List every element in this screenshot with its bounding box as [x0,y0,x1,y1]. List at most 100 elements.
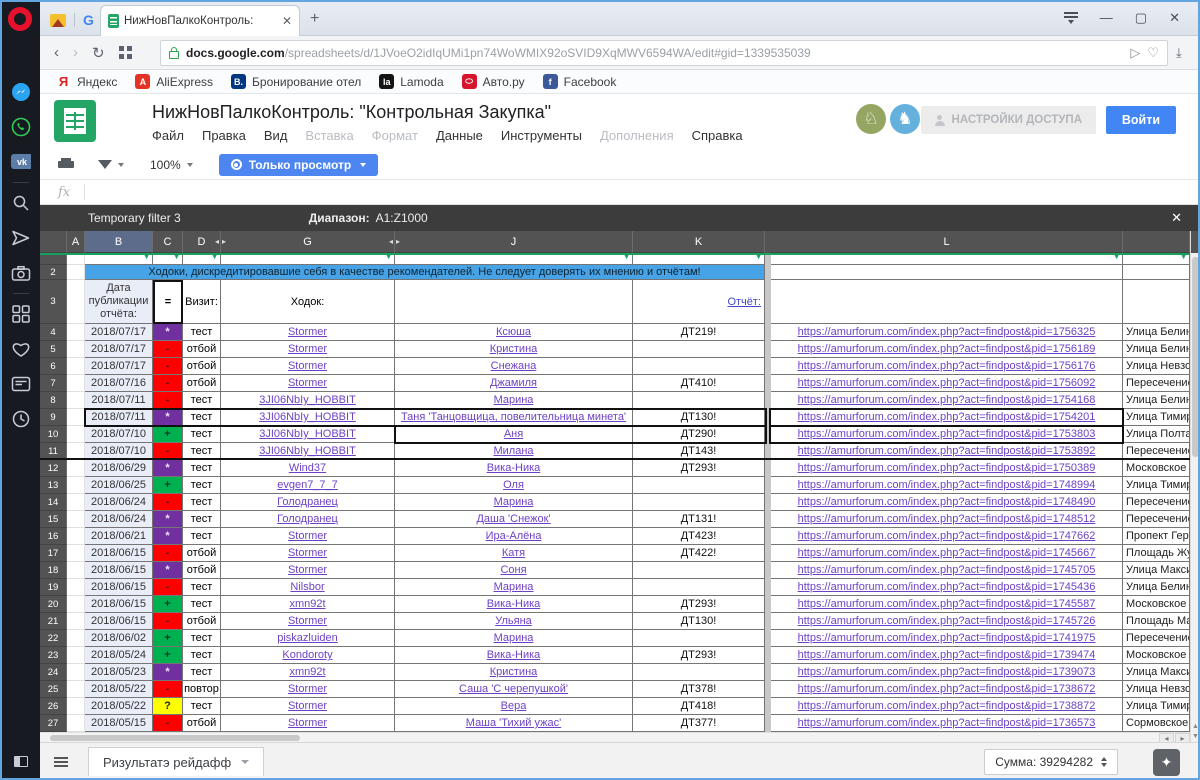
walker-link[interactable]: Nilsbor [290,581,324,593]
walker-cell[interactable]: xmn92t [221,664,395,681]
person-link[interactable]: Маша 'Тихий ужас' [466,717,561,729]
report-url-cell[interactable]: https://amurforum.com/index.php?act=find… [771,324,1123,341]
report-url-cell[interactable]: https://amurforum.com/index.php?act=find… [771,545,1123,562]
mark-cell[interactable]: * [153,460,183,477]
row-number[interactable]: 19 [40,579,67,596]
report-url-link[interactable]: https://amurforum.com/index.php?act=find… [798,445,1096,457]
report-header-link[interactable]: Отчёт: [727,296,761,308]
speed-dial-icon[interactable] [11,304,31,324]
horizontal-scrollbar-thumb[interactable] [50,735,300,741]
report-url-link[interactable]: https://amurforum.com/index.php?act=find… [798,343,1096,355]
visit-header-cell[interactable]: Визит: [183,280,221,324]
walker-cell[interactable]: 3JI06NbIy_HOBBIT [221,426,395,443]
walker-cell[interactable]: 3JI06NbIy_HOBBIT [221,409,395,426]
person-cell[interactable]: Снежана [395,358,633,375]
history-icon[interactable] [11,409,31,429]
forward-icon[interactable]: › [73,44,78,61]
report-url-link[interactable]: https://amurforum.com/index.php?act=find… [798,428,1096,440]
bookmark-item[interactable]: ЯЯндекс [56,74,117,89]
mark-cell[interactable]: * [153,664,183,681]
visit-cell[interactable]: тест [183,409,221,426]
news-icon[interactable] [11,374,31,394]
person-cell[interactable]: Вика-Ника [395,460,633,477]
walker-link[interactable]: 3JI06NbIy_HOBBIT [259,445,356,457]
cell[interactable] [67,596,85,613]
address-cell[interactable]: Улица Тимир [1123,477,1190,494]
walker-cell[interactable]: Stormer [221,562,395,579]
mark-cell[interactable]: * [153,511,183,528]
address-cell[interactable]: Улица Тимир [1123,698,1190,715]
row-number[interactable]: 13 [40,477,67,494]
sheets-logo-icon[interactable] [54,100,96,142]
date-cell[interactable]: 2018/06/21 [85,528,153,545]
person-link[interactable]: Таня 'Танцовщица, повелительница минета' [401,411,626,423]
report-url-link[interactable]: https://amurforum.com/index.php?act=find… [798,479,1096,491]
mark-cell[interactable]: - [153,358,183,375]
mark-cell[interactable]: - [153,341,183,358]
walker-link[interactable]: Wind37 [289,462,326,474]
column-header-K[interactable]: K [633,231,765,253]
walker-cell[interactable]: Stormer [221,341,395,358]
person-link[interactable]: Саша 'С черепушкой' [459,683,568,695]
row-number[interactable]: 14 [40,494,67,511]
pinned-picture-tab-icon[interactable] [50,14,66,27]
report-url-cell[interactable]: https://amurforum.com/index.php?act=find… [771,715,1123,732]
column-header-hidden[interactable] [1123,231,1190,253]
row-number[interactable]: 21 [40,613,67,630]
report-url-cell[interactable]: https://amurforum.com/index.php?act=find… [771,375,1123,392]
person-link[interactable]: Соня [500,564,526,576]
cell[interactable] [67,341,85,358]
cell[interactable] [771,280,1123,324]
address-cell[interactable]: Площадь Жу [1123,545,1190,562]
visit-cell[interactable]: тест [183,647,221,664]
cell[interactable] [67,630,85,647]
walker-link[interactable]: Stormer [288,547,327,559]
address-cell[interactable]: Улица Тимир [1123,409,1190,426]
report-url-link[interactable]: https://amurforum.com/index.php?act=find… [798,513,1096,525]
report-url-link[interactable]: https://amurforum.com/index.php?act=find… [798,564,1096,576]
walker-cell[interactable]: Голодранец [221,511,395,528]
person-link[interactable]: Ира-Алёна [486,530,542,542]
report-url-cell[interactable]: https://amurforum.com/index.php?act=find… [771,613,1123,630]
cell[interactable] [1123,280,1190,324]
menu-Файл[interactable]: Файл [152,128,184,143]
filter-close-icon[interactable]: ✕ [1171,210,1182,226]
visit-cell[interactable]: тест [183,528,221,545]
anonymous-avatar-2[interactable]: ♞ [890,104,920,134]
vk-icon[interactable]: vk [11,152,31,172]
person-link[interactable]: Кристина [490,666,538,678]
row-number[interactable]: 26 [40,698,67,715]
filter-funnel-icon[interactable]: ▼ [1113,254,1120,261]
report-url-cell[interactable]: https://amurforum.com/index.php?act=find… [771,409,1123,426]
filter-funnel-icon[interactable]: ▼ [385,254,392,261]
anonymous-avatar-1[interactable]: ♘ [856,104,886,134]
address-cell[interactable]: Сормовское [1123,715,1190,732]
report-url-cell[interactable]: https://amurforum.com/index.php?act=find… [771,460,1123,477]
report-url-cell[interactable]: https://amurforum.com/index.php?act=find… [771,664,1123,681]
date-cell[interactable]: 2018/07/11 [85,409,153,426]
cell[interactable] [67,477,85,494]
walker-cell[interactable]: Голодранец [221,494,395,511]
walker-cell[interactable]: Stormer [221,358,395,375]
visit-cell[interactable]: тест [183,579,221,596]
row-number[interactable]: 20 [40,596,67,613]
menu-Справка[interactable]: Справка [692,128,743,143]
back-icon[interactable]: ‹ [54,44,59,61]
report-url-link[interactable]: https://amurforum.com/index.php?act=find… [798,717,1096,729]
snapshot-icon[interactable] [11,263,31,283]
report-url-cell[interactable]: https://amurforum.com/index.php?act=find… [771,698,1123,715]
report-url-link[interactable]: https://amurforum.com/index.php?act=find… [798,394,1096,406]
walker-link[interactable]: Stormer [288,717,327,729]
tab-close-icon[interactable]: ✕ [282,14,292,28]
address-cell[interactable]: Московское [1123,460,1190,477]
mark-cell[interactable]: + [153,630,183,647]
mark-cell[interactable]: - [153,545,183,562]
explore-button[interactable]: ✦ [1153,749,1180,776]
row-number[interactable]: 4 [40,324,67,341]
row-number[interactable]: 2 [40,265,67,280]
column-header-B[interactable]: B [85,231,153,253]
dt-cell[interactable]: ДТ423! [633,528,765,545]
walker-link[interactable]: 3JI06NbIy_HOBBIT [259,394,356,406]
expand-columns-icon[interactable]: ▸ [222,237,226,246]
date-cell[interactable]: 2018/07/17 [85,358,153,375]
